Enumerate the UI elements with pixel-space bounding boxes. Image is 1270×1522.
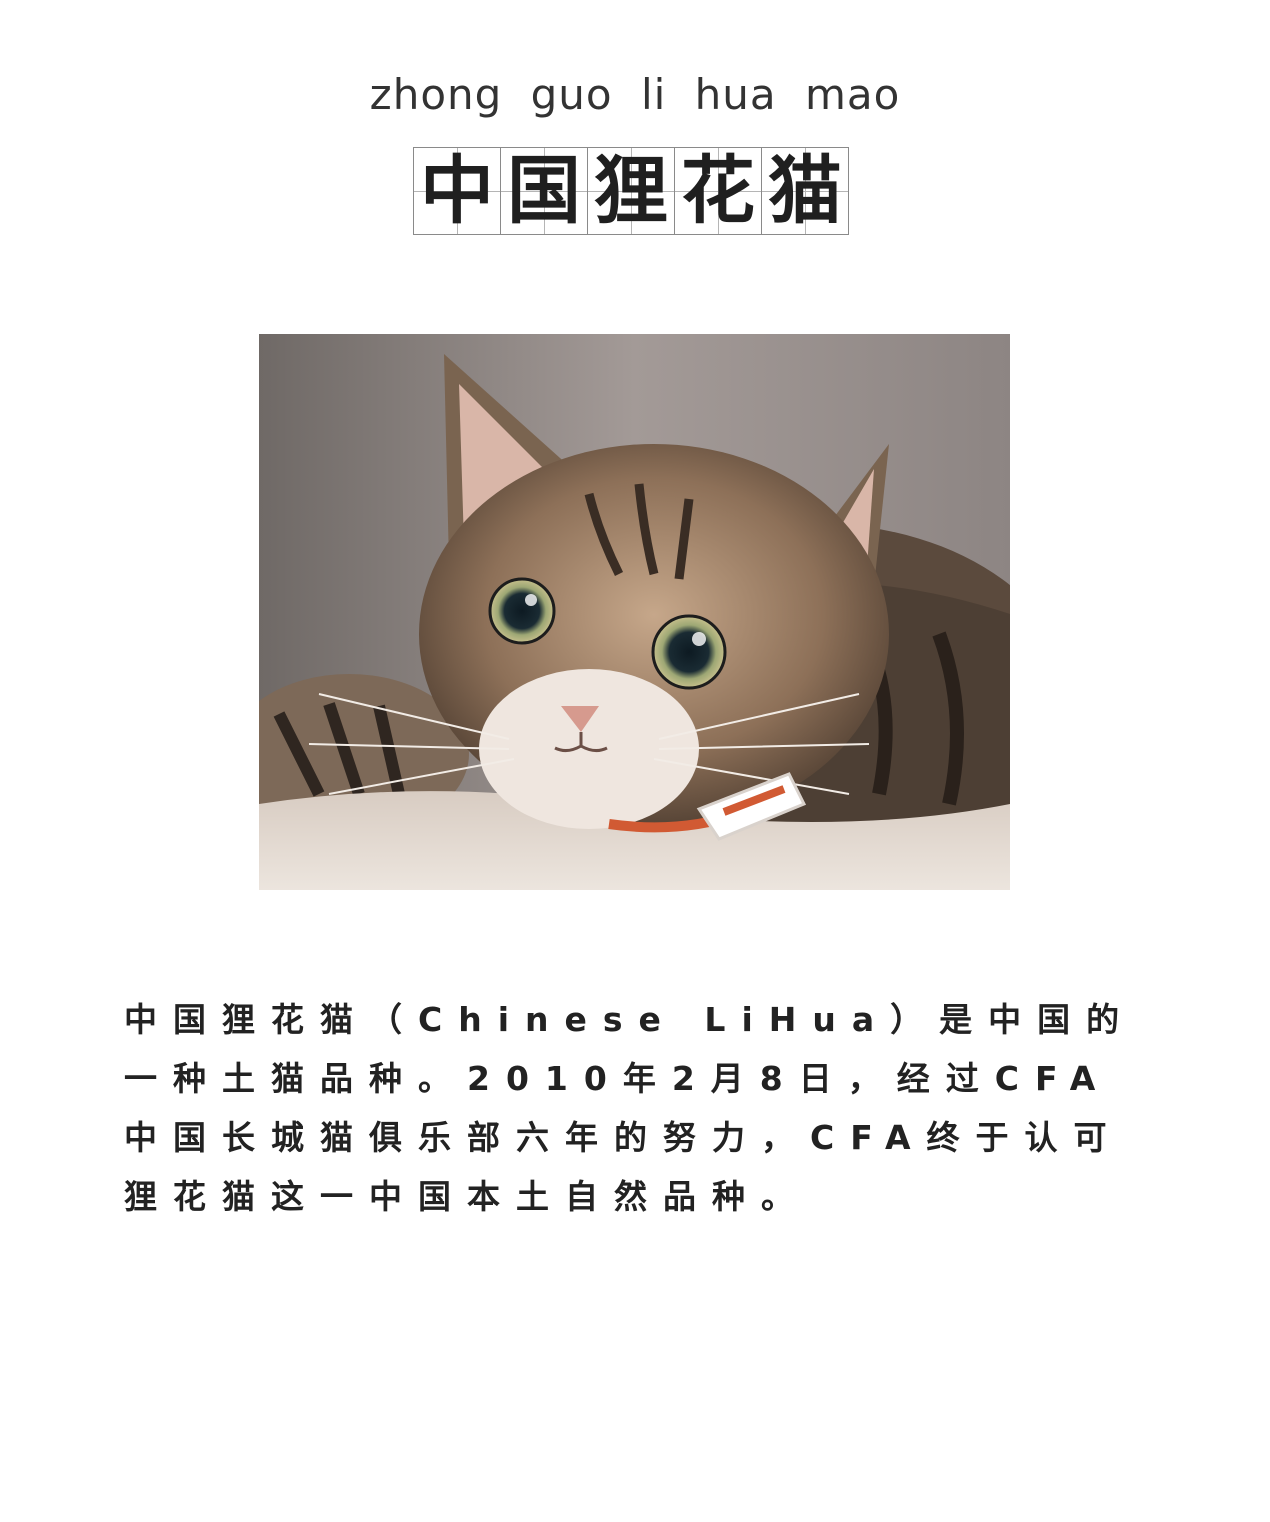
cat-photo [259,334,1010,890]
title-cell: 狸 [587,147,675,235]
title-grid: 中 国 狸 花 猫 [413,147,849,235]
title-cell: 猫 [761,147,849,235]
title-char: 花 [681,148,755,234]
title-char: 中 [420,148,494,234]
title-char: 狸 [594,148,668,234]
title-cell: 国 [500,147,588,235]
title-cell: 中 [413,147,501,235]
description-paragraph: 中国狸花猫（Chinese LiHua）是中国的一种土猫品种。2010年2月8日… [124,1000,1136,1216]
title-char: 国 [507,148,581,234]
pinyin-heading: zhong guo li hua mao [369,70,901,119]
title-cell: 花 [674,147,762,235]
title-char: 猫 [768,148,842,234]
